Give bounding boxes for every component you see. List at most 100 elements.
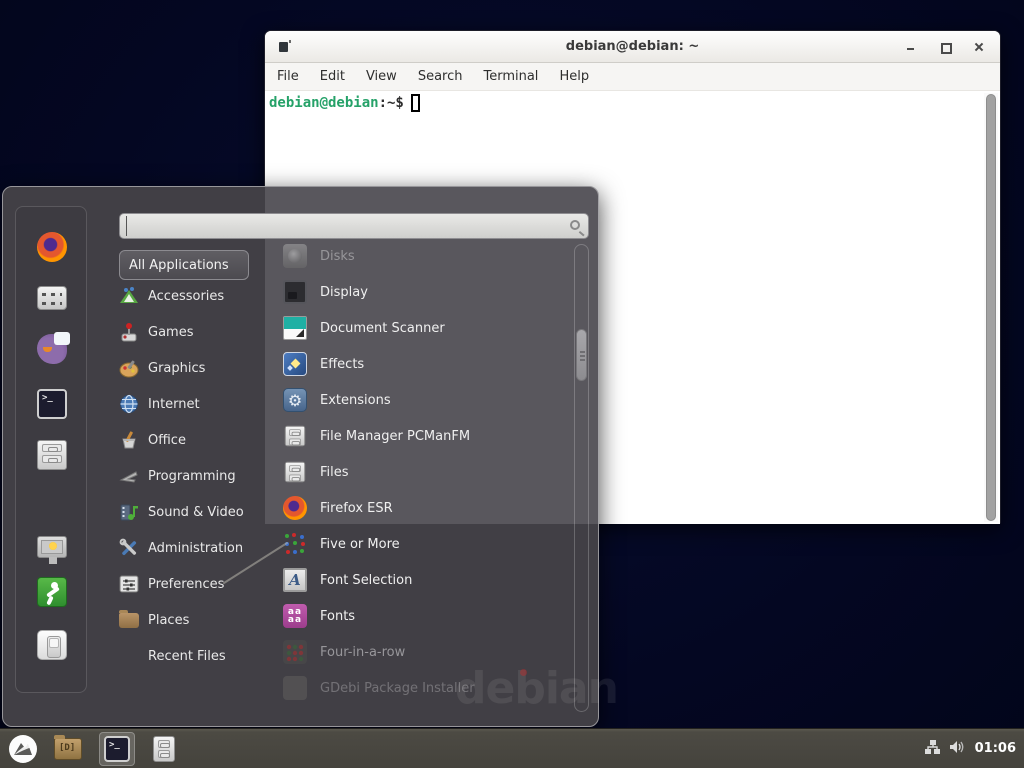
category-recent-files[interactable]: Recent Files: [119, 642, 259, 670]
application-menu: debian >_ All Applications: [2, 186, 599, 727]
app-item-extensions[interactable]: Extensions: [283, 384, 568, 416]
menu-edit[interactable]: Edit: [320, 69, 345, 84]
category-accessories[interactable]: Accessories: [119, 282, 259, 310]
log-out-icon: [37, 577, 67, 607]
terminal-scrollbar[interactable]: [984, 93, 998, 522]
terminal-icon: >_: [37, 389, 67, 419]
network-icon[interactable]: [924, 739, 941, 759]
app-item-font-selection[interactable]: A Font Selection: [283, 564, 568, 596]
input-settings-icon: [37, 286, 67, 310]
minimize-icon[interactable]: [904, 40, 918, 54]
document-scanner-icon: [283, 316, 307, 340]
prompt-suffix: :~$: [379, 95, 404, 111]
favorite-file-manager[interactable]: [37, 440, 67, 470]
menu-help[interactable]: Help: [559, 69, 589, 84]
category-graphics[interactable]: Graphics: [119, 354, 259, 382]
search-icon: [570, 220, 580, 230]
app-item-display[interactable]: Display: [283, 276, 568, 308]
window-title: debian@debian: ~: [566, 39, 699, 54]
scrollbar-grip: [580, 351, 585, 361]
internet-icon: [119, 394, 139, 414]
places-icon: [119, 610, 139, 630]
favorite-terminal[interactable]: >_: [37, 389, 67, 419]
taskbar-terminal-button[interactable]: >_: [99, 732, 135, 766]
office-icon: [119, 430, 139, 450]
taskbar-file-manager-button[interactable]: [146, 732, 182, 766]
app-item-effects[interactable]: Effects: [283, 348, 568, 380]
terminal-window-icon: [279, 42, 288, 52]
file-manager-task-icon: [153, 736, 175, 762]
category-administration[interactable]: Administration: [119, 534, 259, 562]
app-item-firefox-esr[interactable]: Firefox ESR: [283, 492, 568, 524]
terminal-prompt: debian@debian:~$: [269, 94, 420, 112]
font-selection-icon: A: [283, 568, 307, 592]
taskbar-desktop-folder-button[interactable]: [D]: [54, 738, 82, 760]
administration-icon: [119, 538, 139, 558]
app-item-five-or-more[interactable]: Five or More: [283, 528, 568, 560]
terminal-titlebar[interactable]: debian@debian: ~: [265, 31, 1000, 63]
display-icon: [283, 280, 307, 304]
favorite-shut-down[interactable]: [37, 630, 67, 660]
prompt-user: debian@debian: [269, 95, 379, 111]
app-item-files[interactable]: Files: [283, 456, 568, 488]
app-item-gdebi-package-installer[interactable]: GDebi Package Installer: [283, 672, 568, 704]
app-item-file-manager-pcmanfm[interactable]: File Manager PCManFM: [283, 420, 568, 452]
category-all-applications[interactable]: All Applications: [119, 250, 249, 280]
four-in-a-row-icon: [283, 640, 307, 664]
favorite-log-out[interactable]: [37, 577, 67, 607]
graphics-icon: [119, 358, 139, 378]
terminal-task-icon: >_: [104, 736, 130, 762]
app-item-disks[interactable]: Disks: [283, 240, 568, 272]
menu-search-input[interactable]: [126, 216, 556, 236]
category-games[interactable]: Games: [119, 318, 259, 346]
favorite-lock-screen[interactable]: [37, 536, 67, 566]
terminal-menubar: File Edit View Search Terminal Help: [265, 63, 1000, 91]
extensions-icon: [283, 388, 307, 412]
favorites-column: >_: [15, 206, 87, 693]
terminal-scrollbar-thumb[interactable]: [986, 94, 996, 521]
volume-icon[interactable]: [949, 739, 967, 759]
accessories-icon: [119, 286, 139, 306]
lock-screen-icon: [37, 536, 67, 558]
taskbar: [D] >_ 01:06: [0, 728, 1024, 768]
apps-scrollbar[interactable]: [574, 244, 589, 712]
folder-d-mark: [D]: [59, 743, 75, 753]
category-places[interactable]: Places: [119, 606, 259, 634]
taskbar-menu-button[interactable]: [8, 734, 38, 764]
five-or-more-icon: [283, 532, 307, 556]
pidgin-icon: [37, 334, 67, 364]
favorite-pidgin[interactable]: [37, 334, 67, 364]
recent-files-spacer: [119, 646, 139, 666]
menu-terminal[interactable]: Terminal: [483, 69, 538, 84]
effects-icon: [283, 352, 307, 376]
category-office[interactable]: Office: [119, 426, 259, 454]
menu-search[interactable]: Search: [418, 69, 463, 84]
menu-file[interactable]: File: [277, 69, 299, 84]
apps-scrollbar-thumb[interactable]: [576, 329, 587, 381]
category-preferences[interactable]: Preferences: [119, 570, 259, 598]
category-programming[interactable]: Programming: [119, 462, 259, 490]
category-sound-video[interactable]: Sound & Video: [119, 498, 259, 526]
sound-video-icon: [119, 502, 139, 522]
files-icon: [283, 460, 307, 484]
category-internet[interactable]: Internet: [119, 390, 259, 418]
menu-view[interactable]: View: [366, 69, 397, 84]
favorite-input-settings[interactable]: [37, 286, 67, 310]
menu-search-box[interactable]: [119, 213, 589, 239]
favorite-firefox[interactable]: [37, 232, 67, 262]
app-item-four-in-a-row[interactable]: Four-in-a-row: [283, 636, 568, 668]
fonts-icon: aaaa: [283, 604, 307, 628]
close-icon[interactable]: [972, 40, 986, 54]
gdebi-icon: [283, 676, 307, 700]
firefox-esr-icon: [283, 496, 307, 520]
file-manager-icon: [283, 424, 307, 448]
shut-down-icon: [37, 630, 67, 660]
firefox-icon: [37, 232, 67, 262]
games-icon: [119, 322, 139, 342]
taskbar-clock[interactable]: 01:06: [975, 741, 1016, 756]
app-item-document-scanner[interactable]: Document Scanner: [283, 312, 568, 344]
app-item-fonts[interactable]: aaaa Fonts: [283, 600, 568, 632]
terminal-cursor: [411, 94, 420, 112]
maximize-icon[interactable]: [938, 40, 952, 54]
programming-icon: [119, 466, 139, 486]
